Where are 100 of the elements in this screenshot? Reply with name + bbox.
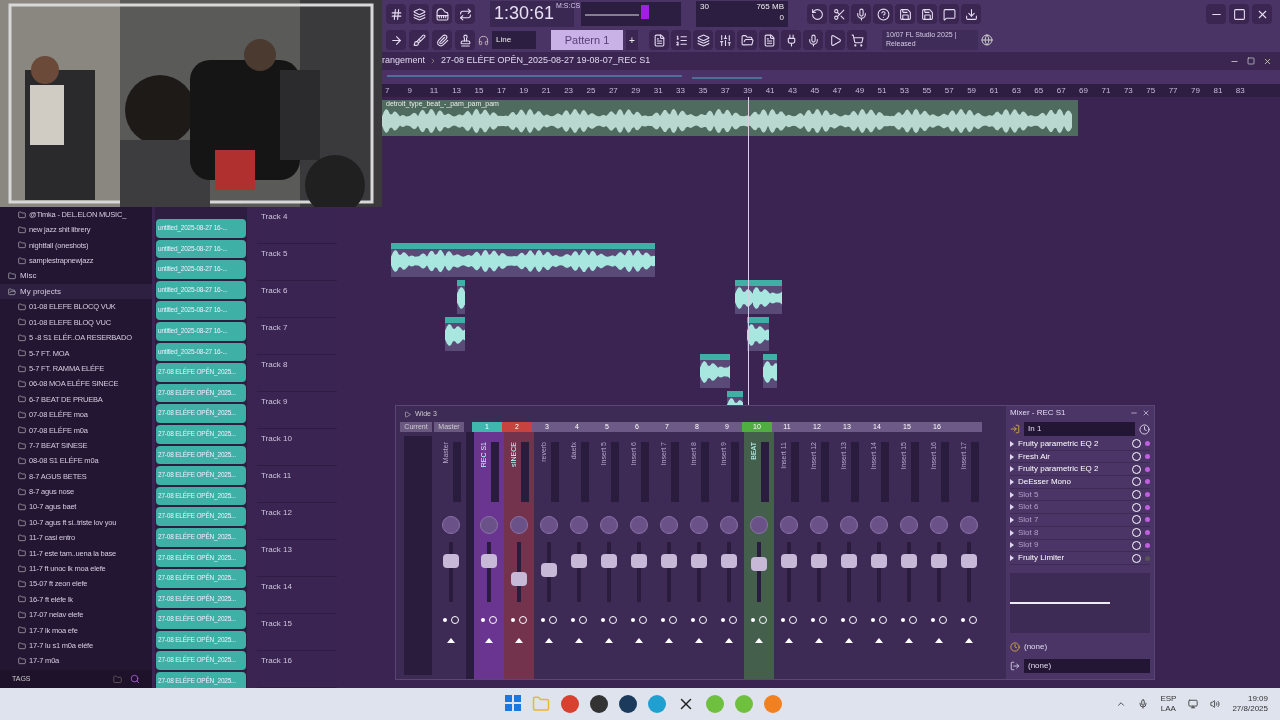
- triangle-icon[interactable]: [695, 638, 703, 643]
- pan-knob[interactable]: [930, 516, 948, 534]
- triangle-icon[interactable]: [447, 638, 455, 643]
- fader-thumb[interactable]: [691, 553, 707, 568]
- microphone-icon[interactable]: [851, 4, 871, 24]
- effect-slot[interactable]: Slot 5: [1010, 488, 1150, 502]
- pan-knob[interactable]: [660, 516, 678, 534]
- triangle-icon[interactable]: [515, 638, 523, 643]
- pan-knob[interactable]: [900, 516, 918, 534]
- fader-thumb[interactable]: [481, 553, 497, 568]
- scissors-icon[interactable]: [829, 4, 849, 24]
- mode-icon[interactable]: [386, 4, 406, 24]
- fader-thumb[interactable]: [871, 553, 887, 568]
- chevron-icon[interactable]: [1116, 699, 1127, 709]
- pan-knob[interactable]: [600, 516, 618, 534]
- snap-dropdown[interactable]: Line: [492, 31, 536, 49]
- fader-thumb[interactable]: [931, 553, 947, 568]
- browser-folder[interactable]: Misc: [0, 268, 152, 284]
- pan-knob[interactable]: [810, 516, 828, 534]
- save-as-icon[interactable]: [917, 4, 937, 24]
- triangle-icon[interactable]: [815, 638, 823, 643]
- triangle-icon[interactable]: [575, 638, 583, 643]
- triangle-icon[interactable]: [605, 638, 613, 643]
- triangle-icon[interactable]: [545, 638, 553, 643]
- fader-thumb[interactable]: [901, 553, 917, 568]
- notes-icon[interactable]: [759, 30, 779, 50]
- triangle-icon[interactable]: [845, 638, 853, 643]
- triangle-icon[interactable]: [965, 638, 973, 643]
- effect-slot[interactable]: Slot 9: [1010, 539, 1150, 553]
- effect-slot[interactable]: Slot 8: [1010, 526, 1150, 540]
- fader-thumb[interactable]: [571, 553, 587, 568]
- recording-icon[interactable]: [803, 30, 823, 50]
- pan-knob[interactable]: [540, 516, 558, 534]
- effect-slot[interactable]: Fruity Limiter: [1010, 552, 1150, 565]
- triangle-icon[interactable]: [875, 638, 883, 643]
- triangle-icon[interactable]: [635, 638, 643, 643]
- fader-thumb[interactable]: [541, 562, 557, 577]
- pan-knob[interactable]: [870, 516, 888, 534]
- close-button[interactable]: [1142, 409, 1150, 417]
- effect-slot[interactable]: DeEsser Mono: [1010, 476, 1150, 489]
- effect-slot[interactable]: Fresh Air: [1010, 450, 1150, 464]
- pan-knob[interactable]: [780, 516, 798, 534]
- fader-thumb[interactable]: [721, 553, 737, 568]
- restore-button[interactable]: [1247, 56, 1255, 65]
- cart-icon[interactable]: [847, 30, 867, 50]
- undo-icon[interactable]: [807, 4, 827, 24]
- fader-thumb[interactable]: [811, 553, 827, 568]
- fader-thumb[interactable]: [631, 553, 647, 568]
- fader-thumb[interactable]: [961, 553, 977, 568]
- restore-icon[interactable]: [1229, 4, 1249, 24]
- fader-thumb[interactable]: [443, 553, 459, 568]
- effect-slot[interactable]: Fruity parametric EQ 2: [1010, 463, 1150, 477]
- piano-roll-icon[interactable]: [671, 30, 691, 50]
- stamp-icon[interactable]: [455, 30, 475, 50]
- effect-slot[interactable]: Slot 7: [1010, 514, 1150, 527]
- effect-slot[interactable]: Slot 6: [1010, 501, 1150, 515]
- brush-icon[interactable]: [409, 30, 429, 50]
- triangle-icon[interactable]: [485, 638, 493, 643]
- triangle-icon[interactable]: [725, 638, 733, 643]
- triangle-icon[interactable]: [905, 638, 913, 643]
- loop-icon[interactable]: [455, 4, 475, 24]
- effect-slot[interactable]: Fruity parametric EQ 2: [1010, 438, 1150, 451]
- pan-knob[interactable]: [840, 516, 858, 534]
- add-pattern-button[interactable]: +: [626, 30, 638, 50]
- output-selector[interactable]: (none): [1024, 658, 1150, 673]
- browser-folder[interactable]: My projects: [0, 283, 152, 300]
- keyboard-icon[interactable]: [432, 4, 452, 24]
- plugin-icon[interactable]: [781, 30, 801, 50]
- search-icon[interactable]: [130, 674, 140, 684]
- fader-thumb[interactable]: [661, 553, 677, 568]
- pan-knob[interactable]: [570, 516, 588, 534]
- pan-knob[interactable]: [720, 516, 738, 534]
- chat-icon[interactable]: [939, 4, 959, 24]
- minimize-icon[interactable]: [1206, 4, 1226, 24]
- fader-thumb[interactable]: [841, 553, 857, 568]
- triangle-icon[interactable]: [665, 638, 673, 643]
- close-button[interactable]: [1263, 56, 1272, 66]
- start-icon[interactable]: [504, 695, 521, 711]
- pan-knob[interactable]: [690, 516, 708, 534]
- triangle-icon[interactable]: [755, 638, 763, 643]
- fader-thumb[interactable]: [751, 556, 767, 571]
- triangle-icon[interactable]: [785, 638, 793, 643]
- download-icon[interactable]: [961, 4, 981, 24]
- steps-icon[interactable]: [409, 4, 429, 24]
- breadcrumb-item[interactable]: 27-08 ELÉFE OPĚN_2025-08-27 19-08-07_REC S1: [441, 54, 651, 68]
- play-icon[interactable]: [404, 410, 411, 418]
- fader-thumb[interactable]: [781, 553, 797, 568]
- triangle-icon[interactable]: [935, 638, 943, 643]
- playlist-icon[interactable]: [649, 30, 669, 50]
- pan-knob[interactable]: [442, 516, 460, 534]
- fader-thumb[interactable]: [511, 571, 527, 586]
- pan-knob[interactable]: [630, 516, 648, 534]
- microphone-icon[interactable]: [1138, 699, 1149, 709]
- help-icon[interactable]: [873, 4, 893, 24]
- paperclip-icon[interactable]: [432, 30, 452, 50]
- stream-icon[interactable]: [825, 30, 845, 50]
- mixer-icon[interactable]: [715, 30, 735, 50]
- input-selector[interactable]: In 1: [1024, 422, 1135, 436]
- pan-knob[interactable]: [960, 516, 978, 534]
- save-icon[interactable]: [895, 4, 915, 24]
